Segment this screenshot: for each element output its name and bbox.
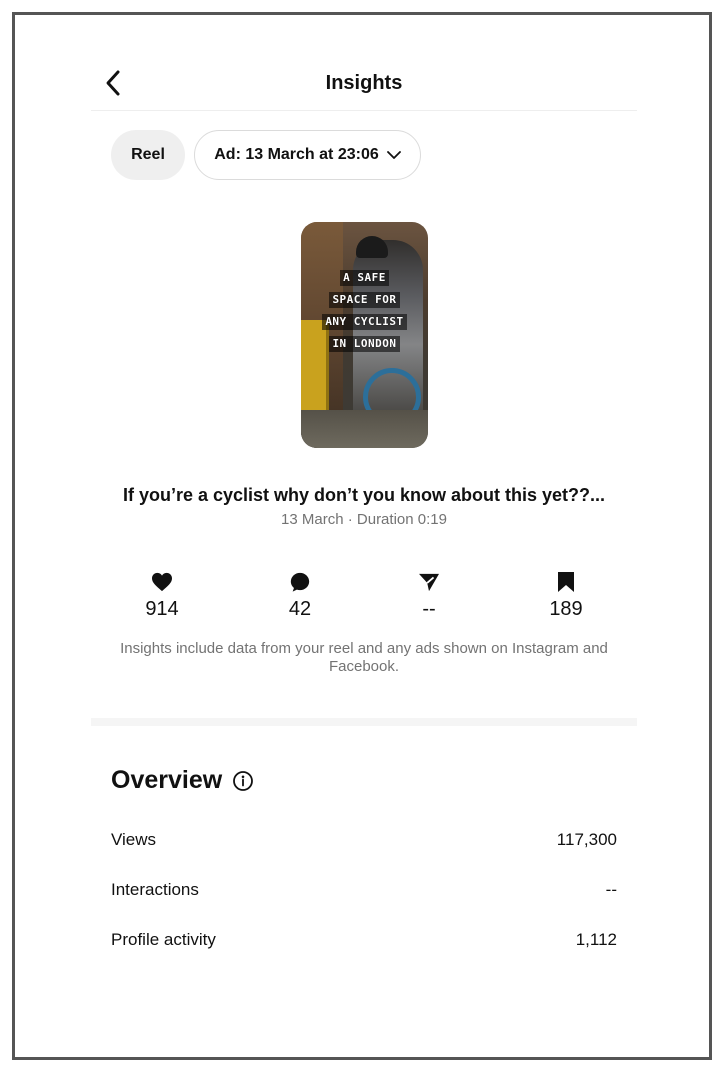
reel-thumbnail[interactable]: A SAFE SPACE FOR ANY CYCLIST IN LONDON bbox=[301, 222, 428, 448]
chevron-down-icon bbox=[386, 151, 401, 159]
header: Insights bbox=[91, 59, 637, 111]
interactions-value: -- bbox=[605, 880, 617, 899]
saves-count: 189 bbox=[549, 598, 583, 620]
overview-heading: Overview bbox=[111, 766, 254, 795]
comments-stat: 42 bbox=[255, 570, 345, 621]
comments-count: 42 bbox=[288, 598, 312, 620]
profile-activity-label: Profile activity bbox=[111, 930, 216, 949]
ad-date-label: Ad: 13 March at 23:06 bbox=[214, 146, 379, 163]
shares-count: -- bbox=[422, 598, 436, 620]
overlay-line: A SAFE bbox=[340, 270, 389, 286]
overview-row-interactions[interactable]: Interactions -- bbox=[111, 880, 617, 900]
info-icon[interactable] bbox=[232, 770, 254, 792]
section-divider bbox=[91, 718, 637, 726]
app-frame: Insights Reel Ad: 13 March at 23:06 A SA… bbox=[12, 12, 712, 1060]
overview-row-views[interactable]: Views 117,300 bbox=[111, 830, 617, 850]
overlay-line: ANY CYCLIST bbox=[322, 314, 407, 330]
heart-icon bbox=[152, 572, 172, 592]
thumbnail-text-overlay: A SAFE SPACE FOR ANY CYCLIST IN LONDON bbox=[301, 270, 428, 352]
page-title: Insights bbox=[325, 72, 403, 94]
views-label: Views bbox=[111, 830, 157, 849]
insights-note: Insights include data from your reel and… bbox=[120, 640, 608, 675]
overview-title: Overview bbox=[111, 766, 223, 794]
likes-stat: 914 bbox=[117, 570, 207, 621]
insights-screen: Insights Reel Ad: 13 March at 23:06 A SA… bbox=[91, 15, 637, 1057]
overview-row-profile-activity[interactable]: Profile activity 1,112 bbox=[111, 930, 617, 950]
reel-filter-chip[interactable]: Reel bbox=[111, 130, 185, 180]
comment-icon bbox=[290, 572, 310, 592]
saves-stat: 189 bbox=[521, 570, 611, 621]
ad-date-dropdown[interactable]: Ad: 13 March at 23:06 bbox=[194, 130, 421, 180]
overlay-line: SPACE FOR bbox=[329, 292, 400, 308]
likes-count: 914 bbox=[145, 598, 179, 620]
post-caption: If you’re a cyclist why don’t you know a… bbox=[122, 485, 606, 505]
thumbnail-floor bbox=[301, 410, 428, 448]
overlay-line: IN LONDON bbox=[329, 336, 400, 352]
interactions-label: Interactions bbox=[111, 880, 199, 899]
send-icon bbox=[419, 573, 439, 592]
profile-activity-value: 1,112 bbox=[575, 930, 617, 949]
views-value: 117,300 bbox=[556, 830, 617, 849]
post-meta: 13 March · Duration 0:19 bbox=[281, 511, 447, 528]
bookmark-icon bbox=[558, 572, 574, 592]
shares-stat: -- bbox=[384, 570, 474, 621]
reel-chip-label: Reel bbox=[131, 146, 165, 163]
